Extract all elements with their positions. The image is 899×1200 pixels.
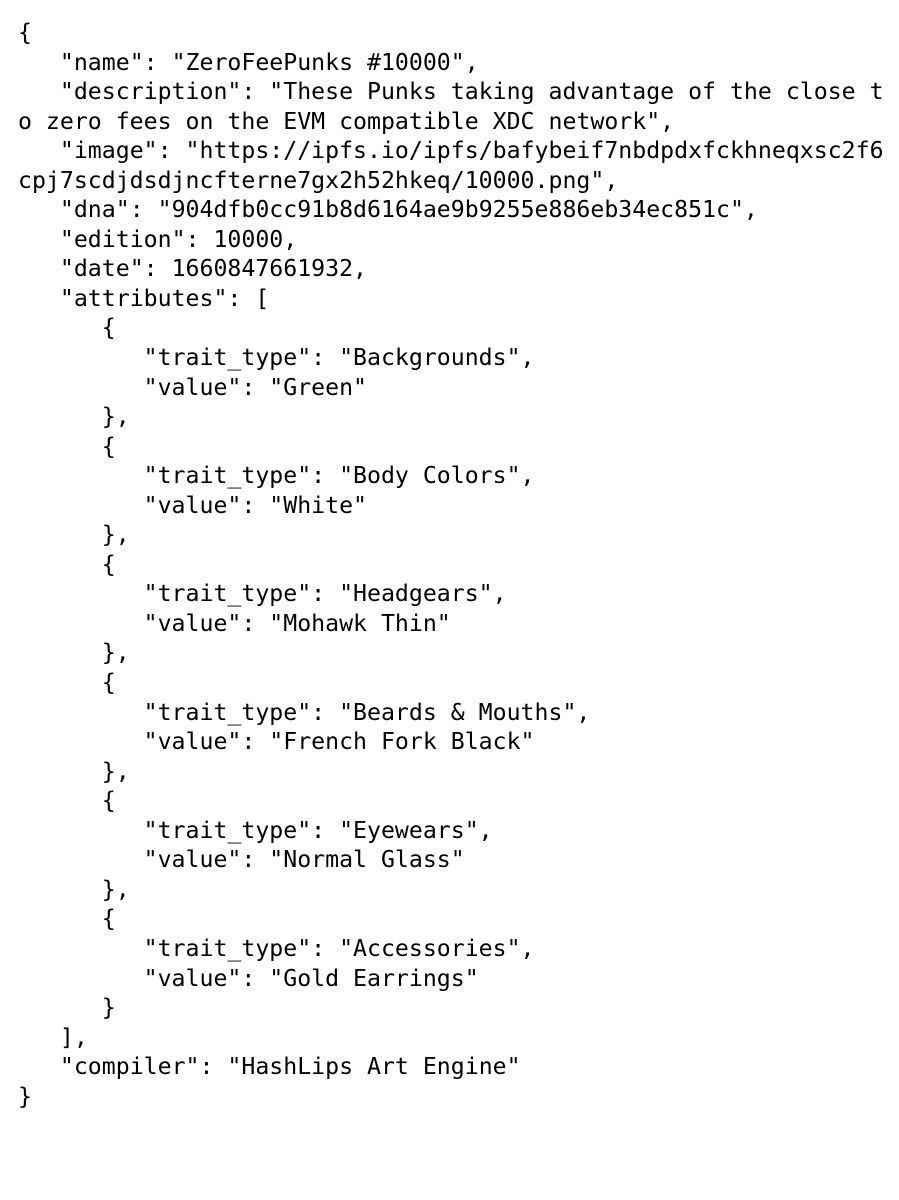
json-source-text: { "name": "ZeroFeePunks #10000", "descri… <box>18 19 884 1110</box>
json-metadata-viewer: { "name": "ZeroFeePunks #10000", "descri… <box>0 0 899 1200</box>
